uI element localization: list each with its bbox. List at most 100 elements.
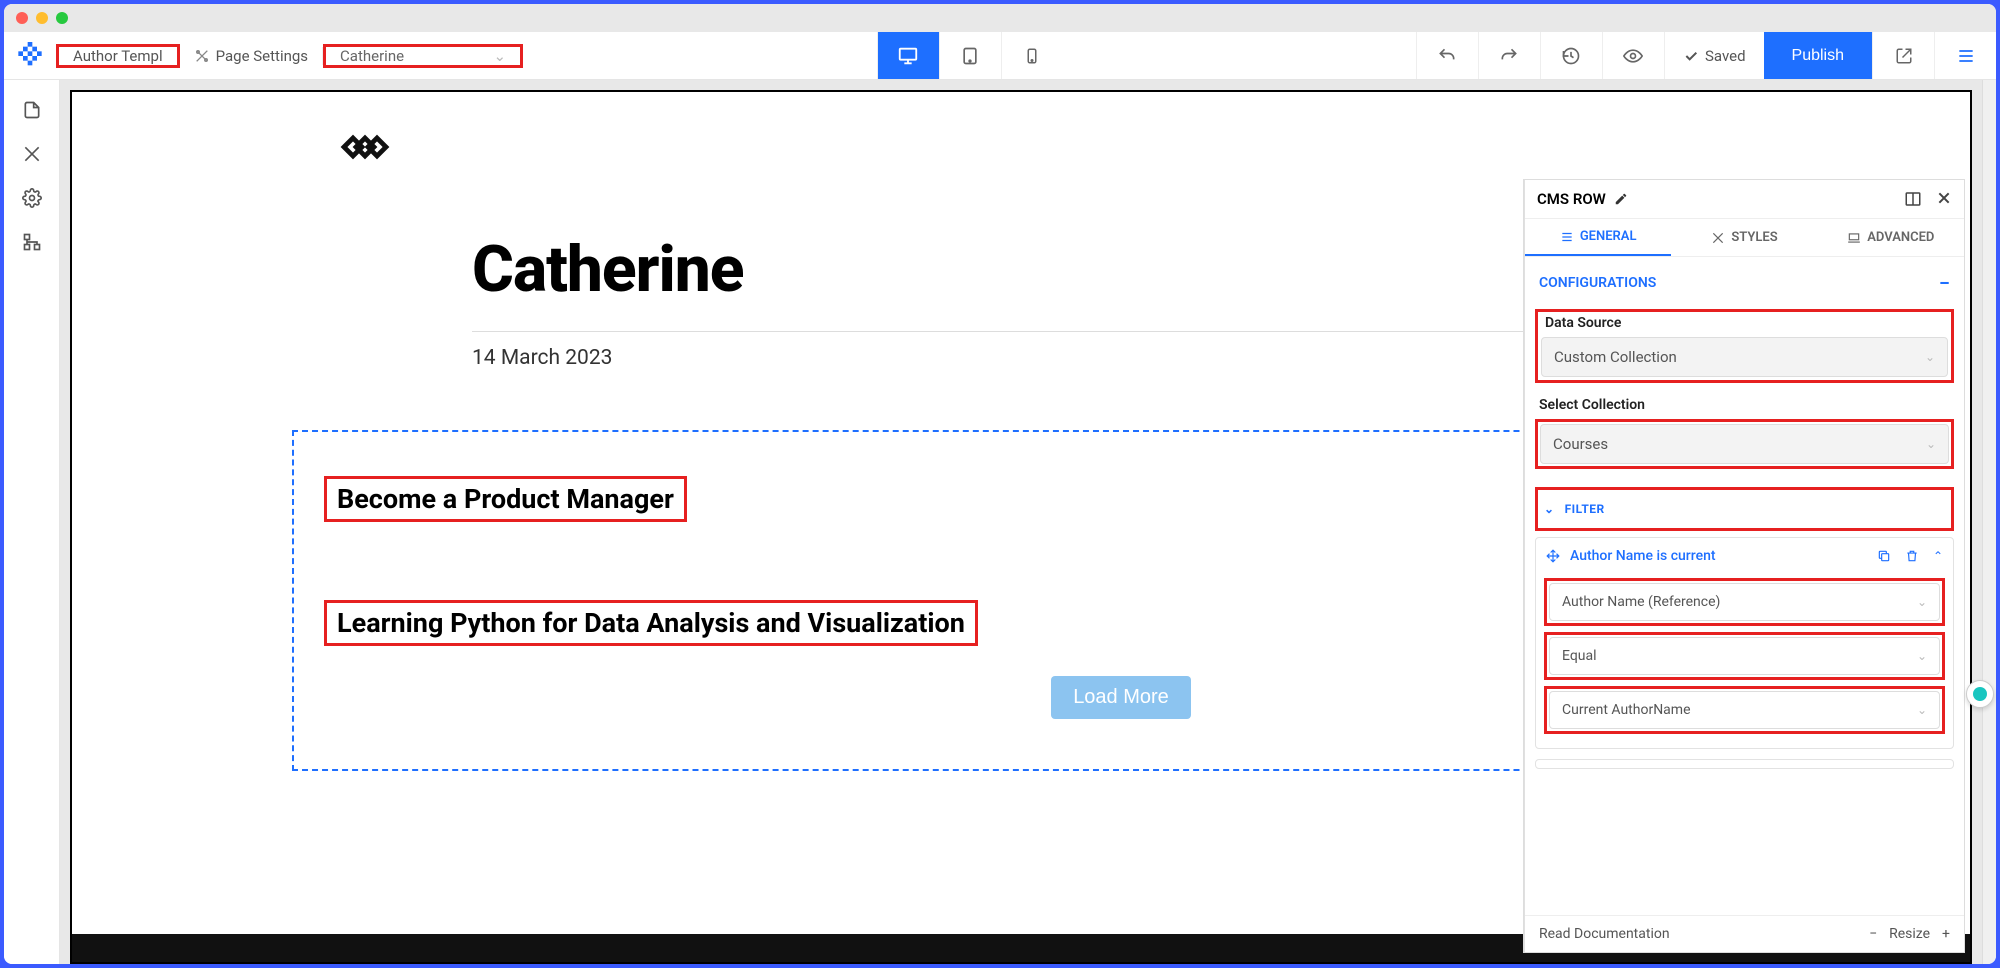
course-item[interactable]: Learning Python for Data Analysis and Vi… [324, 600, 978, 646]
course-item[interactable]: Become a Product Manager [324, 476, 687, 522]
redo-icon [1499, 46, 1519, 66]
resize-label: Resize [1889, 926, 1930, 942]
crossed-tools-icon [22, 144, 42, 164]
desktop-preview-button[interactable] [877, 32, 939, 79]
help-dot-icon [1973, 687, 1987, 701]
collection-value: Courses [1553, 435, 1608, 453]
save-status: Saved [1664, 32, 1764, 79]
pencil-icon[interactable] [1614, 192, 1628, 206]
configurations-section-header[interactable]: CONFIGURATIONS − [1525, 257, 1964, 303]
external-link-icon [1895, 47, 1913, 65]
filter-value-select[interactable]: Current AuthorName ⌄ [1549, 691, 1940, 729]
load-more-button[interactable]: Load More [1051, 676, 1191, 719]
scrollbar[interactable] [1982, 80, 1996, 964]
filter-field-value: Author Name (Reference) [1562, 594, 1720, 610]
check-icon [1683, 48, 1699, 64]
page-settings-label: Page Settings [216, 47, 308, 65]
main-menu-button[interactable] [1934, 32, 1996, 79]
page-settings-button[interactable]: Page Settings [180, 47, 323, 65]
window-close-dot[interactable] [16, 12, 28, 24]
close-icon[interactable] [1936, 190, 1952, 206]
diamond-logo-icon [332, 117, 392, 177]
filter-value-value: Current AuthorName [1562, 702, 1691, 718]
filter-field-select[interactable]: Author Name (Reference) ⌄ [1549, 583, 1940, 621]
hamburger-icon [1956, 46, 1976, 66]
read-documentation-link[interactable]: Read Documentation [1539, 926, 1670, 942]
redo-button[interactable] [1478, 32, 1540, 79]
panel-header: CMS ROW [1525, 180, 1964, 219]
rail-settings[interactable] [12, 178, 52, 218]
resize-minus[interactable]: − [1869, 926, 1877, 942]
chevron-down-icon: ⌄ [1926, 437, 1936, 451]
page-selector-dropdown[interactable]: Catherine ⌄ [323, 44, 523, 68]
mobile-preview-button[interactable] [1001, 32, 1063, 79]
data-source-select[interactable]: Custom Collection ⌄ [1541, 337, 1948, 377]
panel-footer: Read Documentation − Resize + [1525, 915, 1964, 952]
rail-design[interactable] [12, 134, 52, 174]
data-source-label: Data Source [1545, 315, 1948, 331]
collection-select[interactable]: Courses ⌄ [1540, 424, 1949, 464]
next-filter-stub [1535, 759, 1954, 769]
history-actions [1416, 32, 1664, 79]
undo-button[interactable] [1416, 32, 1478, 79]
chevron-down-icon: ⌄ [493, 47, 506, 65]
window-minimize-dot[interactable] [36, 12, 48, 24]
resize-plus[interactable]: + [1942, 926, 1950, 942]
window-maximize-dot[interactable] [56, 12, 68, 24]
eye-icon [1623, 46, 1643, 66]
template-name[interactable]: Author Templ [56, 44, 180, 68]
filter-operator-value: Equal [1562, 648, 1597, 664]
hierarchy-icon [22, 232, 42, 252]
crossed-tools-icon [194, 48, 210, 64]
tablet-icon [960, 46, 980, 66]
preview-button[interactable] [1602, 32, 1664, 79]
trash-icon[interactable] [1905, 549, 1919, 563]
filter-section-toggle[interactable]: ⌄ FILTER [1540, 492, 1949, 526]
undo-icon [1437, 46, 1457, 66]
mobile-icon [1023, 47, 1041, 65]
chevron-down-icon: ⌄ [1925, 350, 1935, 364]
history-button[interactable] [1540, 32, 1602, 79]
tab-styles-label: STYLES [1731, 230, 1777, 245]
device-preview-group [877, 32, 1063, 79]
data-source-value: Custom Collection [1554, 348, 1677, 366]
laptop-icon [1847, 231, 1861, 245]
left-tool-rail [4, 80, 60, 964]
window-titlebar [4, 4, 1996, 32]
tab-styles[interactable]: STYLES [1671, 219, 1817, 256]
filter-rule-title: Author Name is current [1570, 548, 1716, 564]
element-inspector-panel: CMS ROW GENERAL STYLES [1524, 180, 1964, 952]
chevron-up-icon[interactable]: ⌃ [1933, 549, 1943, 563]
tablet-preview-button[interactable] [939, 32, 1001, 79]
history-icon [1561, 46, 1581, 66]
tab-advanced[interactable]: ADVANCED [1818, 219, 1964, 256]
app-window: Author Templ Page Settings Catherine ⌄ [4, 4, 1996, 964]
page-icon [22, 100, 42, 120]
resize-control: − Resize + [1869, 926, 1950, 942]
gear-icon [22, 188, 42, 208]
page-selector-value: Catherine [340, 47, 404, 65]
desktop-icon [897, 45, 919, 67]
list-icon [1560, 230, 1574, 244]
rail-pages[interactable] [12, 90, 52, 130]
rail-cms[interactable] [12, 222, 52, 262]
panel-layout-icon[interactable] [1904, 190, 1922, 208]
tab-general[interactable]: GENERAL [1525, 219, 1671, 256]
main-toolbar: Author Templ Page Settings Catherine ⌄ [4, 32, 1996, 80]
collapse-icon[interactable]: − [1939, 271, 1950, 295]
tab-general-label: GENERAL [1580, 229, 1637, 244]
chevron-down-icon: ⌄ [1917, 649, 1927, 663]
copy-icon[interactable] [1877, 549, 1891, 563]
move-icon[interactable] [1546, 549, 1560, 563]
site-logo [332, 117, 392, 177]
help-bubble[interactable] [1966, 680, 1994, 708]
filter-operator-select[interactable]: Equal ⌄ [1549, 637, 1940, 675]
save-status-label: Saved [1705, 47, 1746, 65]
app-logo[interactable] [4, 42, 56, 70]
chevron-down-icon: ⌄ [1917, 703, 1927, 717]
panel-title: CMS ROW [1537, 190, 1606, 208]
publish-button[interactable]: Publish [1764, 32, 1872, 79]
configurations-label: CONFIGURATIONS [1539, 275, 1656, 291]
collection-label: Select Collection [1539, 397, 1954, 413]
open-external-button[interactable] [1872, 32, 1934, 79]
